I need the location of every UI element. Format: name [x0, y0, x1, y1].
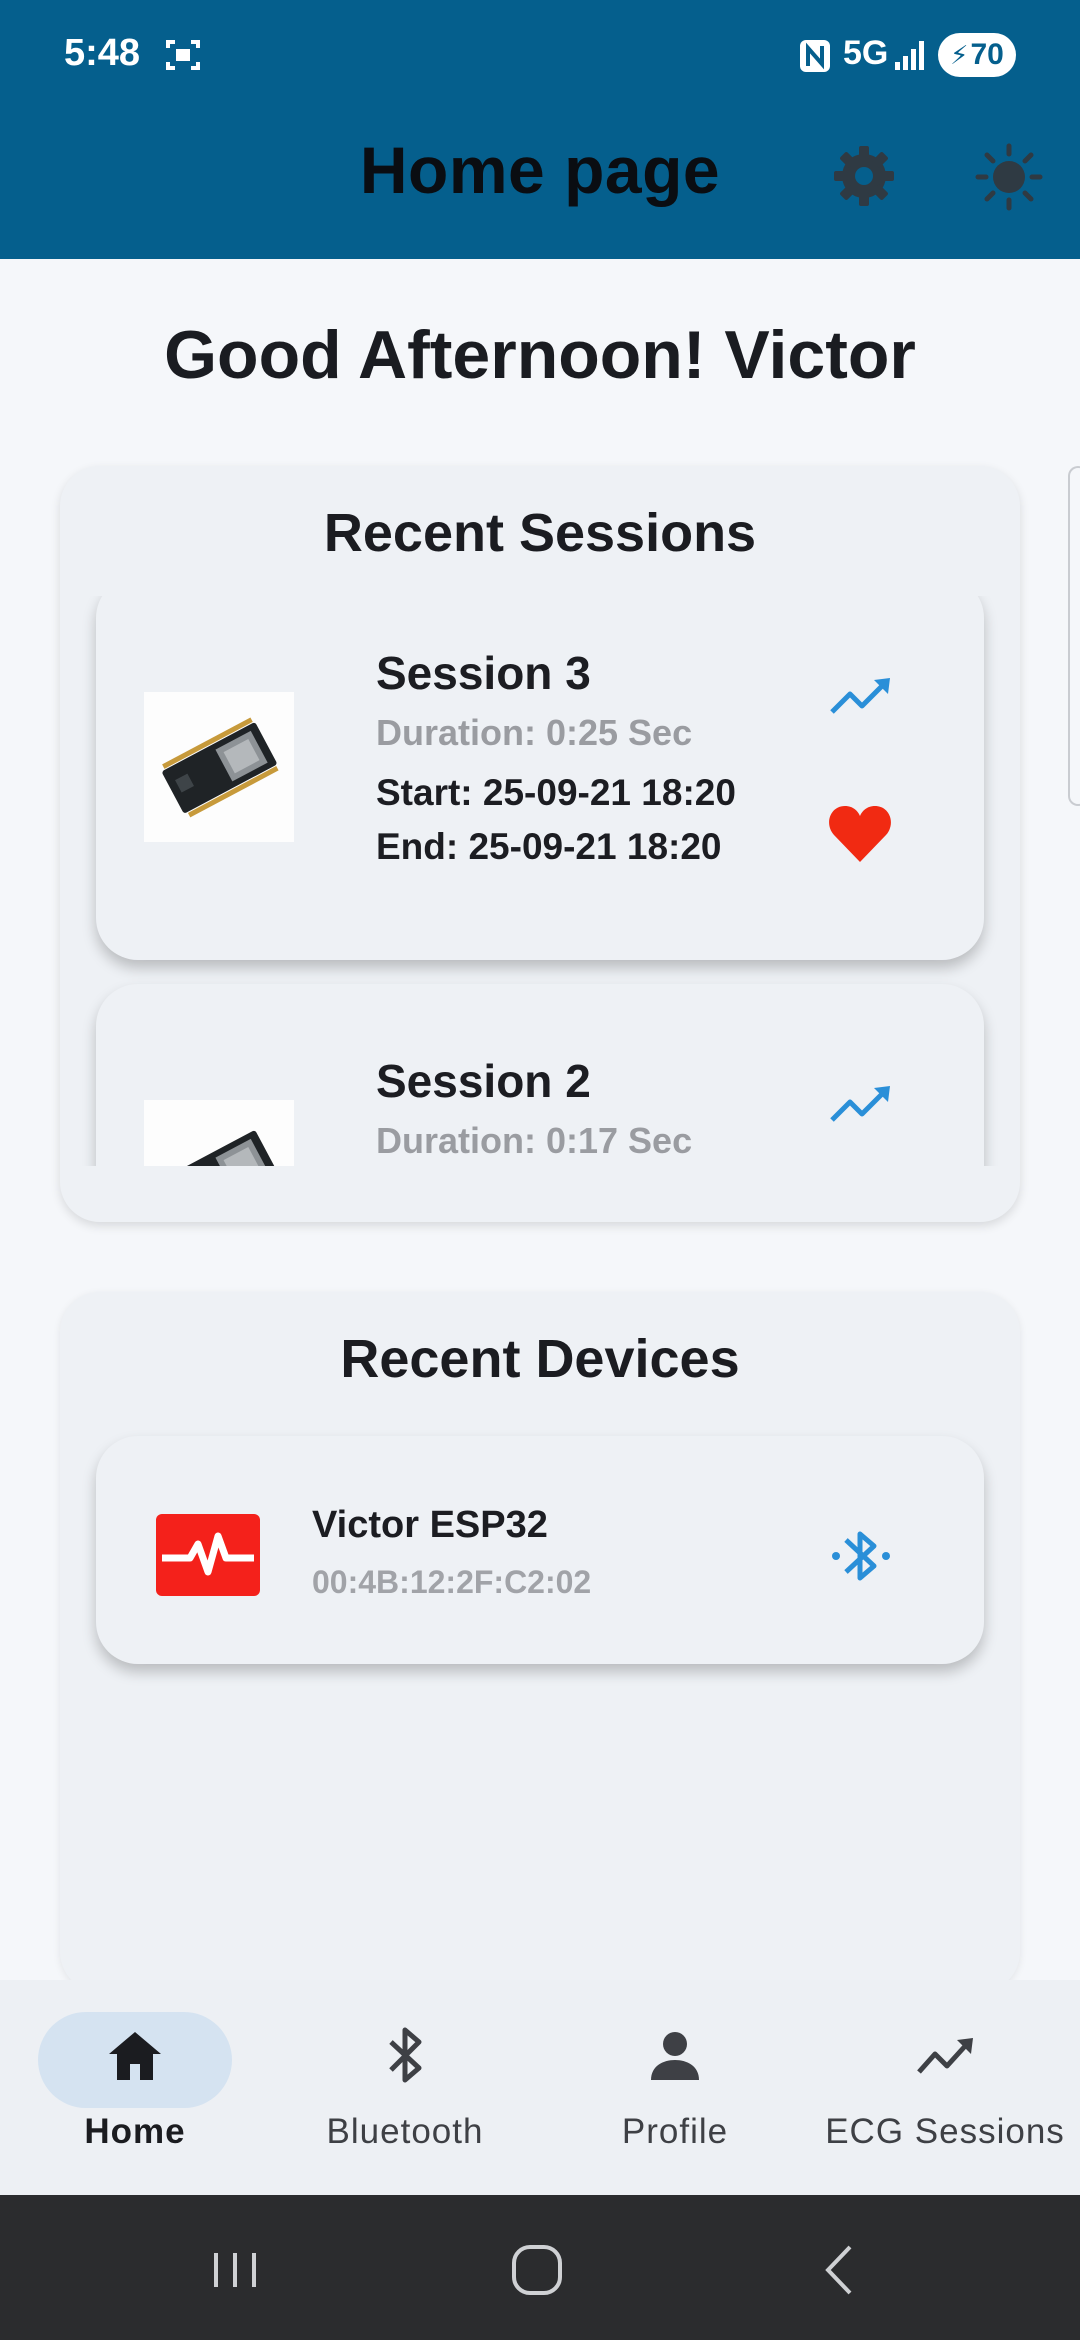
nav-profile[interactable]: Profile	[540, 1980, 810, 2195]
trending-icon	[917, 2038, 973, 2074]
recent-sessions-title: Recent Sessions	[323, 503, 757, 563]
session-name: Session 2	[376, 1055, 591, 1107]
nav-label: Bluetooth	[326, 2112, 484, 2151]
nav-label: ECG Sessions	[825, 2112, 1065, 2151]
session-start: Start: 25-09-21 18:20	[376, 772, 736, 813]
sun-icon[interactable]	[974, 142, 1044, 212]
home-icon	[109, 2032, 161, 2080]
bottom-navigation: Home Bluetooth Profile ECG Sessions	[0, 1980, 1080, 2195]
screenshot-icon	[166, 40, 200, 70]
bluetooth-icon	[389, 2027, 422, 2083]
recent-apps-icon[interactable]	[200, 2235, 270, 2305]
nav-bluetooth[interactable]: Bluetooth	[270, 1980, 540, 2195]
scroll-indicator[interactable]	[1068, 466, 1080, 806]
nav-label: Profile	[621, 2112, 729, 2151]
recent-devices-title: Recent Devices	[340, 1329, 740, 1389]
session-duration: Duration: 0:17 Sec	[376, 1120, 693, 1161]
sessions-list[interactable]: Session 3 Duration: 0:25 Sec Start: 25-0…	[60, 596, 1020, 1166]
session-card[interactable]: Session 3 Duration: 0:25 Sec Start: 25-0…	[96, 596, 984, 960]
back-icon[interactable]	[806, 2235, 876, 2305]
page-title: Home page	[359, 133, 721, 207]
recent-sessions-card: Recent Sessions Session 3 Duration: 0:25…	[60, 466, 1020, 1222]
device-mac-address: 00:4B:12:2F:C2:02	[312, 1564, 592, 1600]
nav-label: Home	[84, 2112, 186, 2151]
battery-level: 70	[970, 38, 1004, 71]
session-name: Session 3	[376, 647, 591, 699]
session-card[interactable]: Session 2 Duration: 0:17 Sec	[96, 984, 984, 1166]
trending-icon[interactable]	[828, 1082, 894, 1126]
session-end: End: 25-09-21 18:20	[376, 826, 722, 867]
session-duration: Duration: 0:25 Sec	[376, 712, 693, 753]
gear-icon[interactable]	[832, 144, 896, 208]
status-time: 5:48	[64, 32, 141, 74]
app-header: 5:48 5G ⚡ 70 Home page	[0, 0, 1080, 259]
signal-icon	[895, 41, 924, 70]
device-card[interactable]: Victor ESP32 00:4B:12:2F:C2:02	[96, 1436, 984, 1664]
nav-ecg-sessions[interactable]: ECG Sessions	[810, 1980, 1080, 2195]
charging-icon: ⚡	[950, 39, 969, 70]
home-button-icon[interactable]	[502, 2235, 572, 2305]
ecg-monitor-icon	[156, 1514, 260, 1596]
battery-indicator: ⚡ 70	[938, 33, 1016, 77]
recent-devices-card: Recent Devices Victor ESP32 00:4B:12:2F:…	[60, 1292, 1020, 1992]
device-thumbnail	[144, 692, 294, 842]
device-thumbnail	[144, 1100, 294, 1166]
nav-home[interactable]: Home	[0, 1980, 270, 2195]
network-type: 5G	[843, 34, 889, 72]
person-icon	[651, 2032, 699, 2080]
esp32-board-icon	[162, 1130, 277, 1166]
heart-icon[interactable]	[826, 802, 894, 864]
bluetooth-connect-icon[interactable]	[826, 1524, 896, 1588]
device-name: Victor ESP32	[312, 1504, 548, 1546]
trending-icon[interactable]	[828, 674, 894, 718]
nfc-icon	[800, 40, 830, 72]
system-navigation-bar	[0, 2195, 1080, 2340]
esp32-board-icon	[162, 717, 279, 818]
status-bar: 5:48 5G ⚡ 70	[0, 0, 1080, 110]
greeting-text: Good Afternoon! Victor	[164, 317, 916, 393]
